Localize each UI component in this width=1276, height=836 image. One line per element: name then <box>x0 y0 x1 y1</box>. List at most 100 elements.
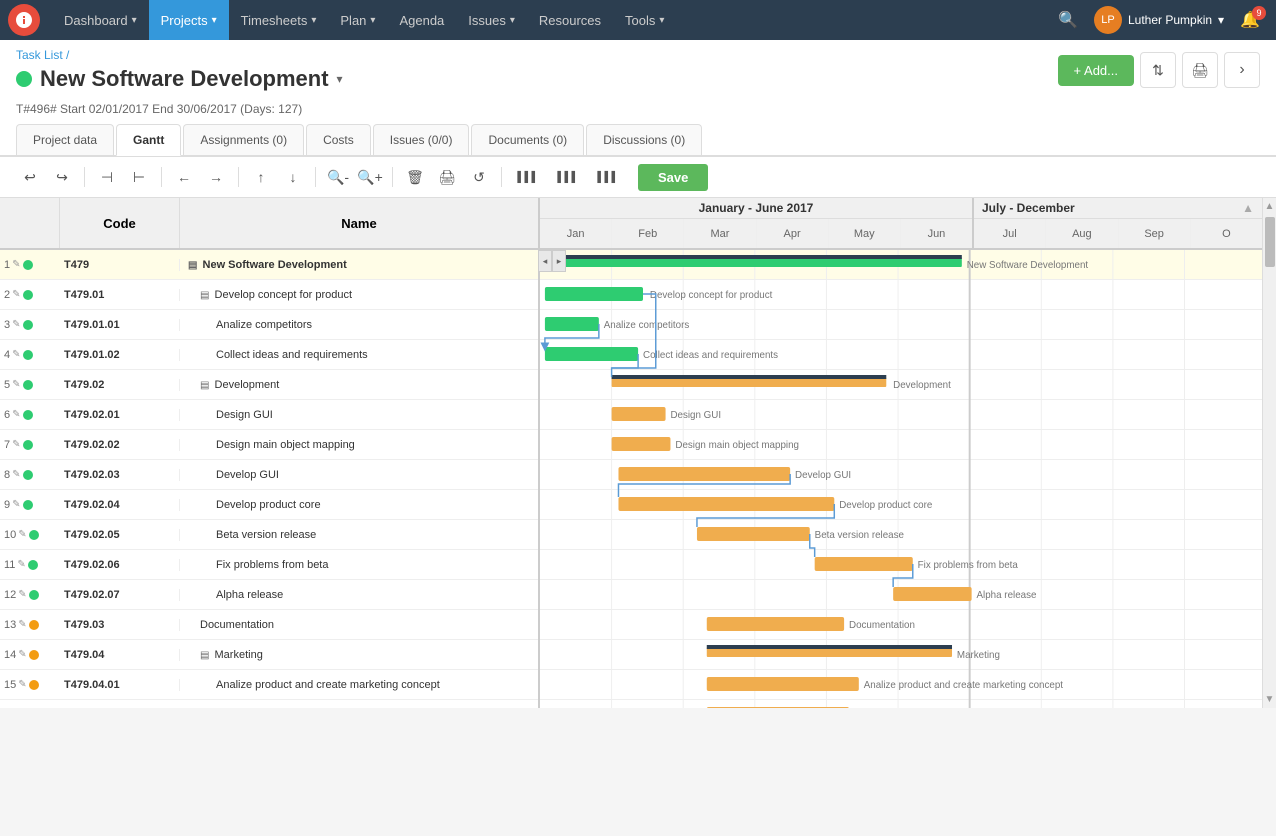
collapse-icon[interactable]: ▤ <box>188 260 197 271</box>
print-button[interactable]: 🖨 <box>1182 52 1218 88</box>
indent-left-button[interactable]: ⊣ <box>93 163 121 191</box>
table-row[interactable]: 10✎ T479.02.05 Beta version release <box>0 520 538 550</box>
edit-icon[interactable]: ✎ <box>12 379 20 390</box>
table-row[interactable]: 6✎ T479.02.01 Design GUI <box>0 400 538 430</box>
status-dot <box>23 290 33 300</box>
chart-row-12 <box>540 580 1262 610</box>
app-logo[interactable] <box>8 4 40 36</box>
edit-icon[interactable]: ✎ <box>12 259 20 270</box>
table-row[interactable]: 13✎ T479.03 Documentation <box>0 610 538 640</box>
move-down-button[interactable]: ↓ <box>279 163 307 191</box>
notifications-bell[interactable]: 🔔 9 <box>1232 6 1268 34</box>
collapse-icon[interactable]: ▤ <box>200 650 209 661</box>
edit-icon[interactable]: ✎ <box>12 409 20 420</box>
table-row[interactable]: 5✎ T479.02 ▤ Development <box>0 370 538 400</box>
nav-timesheets[interactable]: Timesheets▾ <box>229 0 329 40</box>
table-row[interactable]: 16✎ T479.04.02 Create marketing strategy <box>0 700 538 708</box>
nav-agenda[interactable]: Agenda <box>387 0 456 40</box>
add-button[interactable]: + Add... <box>1058 55 1134 86</box>
undo-button[interactable]: ↩ <box>16 163 44 191</box>
nav-resources[interactable]: Resources <box>527 0 613 40</box>
scroll-down-button[interactable]: ▼ <box>1262 691 1276 708</box>
project-chevron-icon[interactable]: ▾ <box>337 72 343 86</box>
chart-row-10 <box>540 520 1262 550</box>
edit-icon[interactable]: ✎ <box>12 319 20 330</box>
nav-projects[interactable]: Projects▾ <box>149 0 229 40</box>
nav-dashboard[interactable]: Dashboard▾ <box>52 0 149 40</box>
scroll-up-button[interactable]: ▲ <box>1262 198 1276 215</box>
scroll-right-arrow[interactable]: ▸ <box>552 250 566 272</box>
move-right-button[interactable]: → <box>202 163 230 191</box>
table-row[interactable]: 8✎ T479.02.03 Develop GUI <box>0 460 538 490</box>
gantt-toolbar: ↩ ↪ ⊣ ⊢ ← → ↑ ↓ 🔍- 🔍+ 🗑 🖨 ↺ ▌▌▌ ▌▌▌ ▌▌▌ … <box>0 157 1276 198</box>
table-row[interactable]: 1✎ T479 ▤ New Software Development <box>0 250 538 280</box>
month-headers: January - June 2017 Jan Feb Mar Apr May … <box>540 198 1262 250</box>
view-cols-3-button[interactable]: ▌▌▌ <box>590 163 626 191</box>
collapse-panel-button[interactable]: › <box>1224 52 1260 88</box>
vertical-scrollbar[interactable]: ▲ ▼ <box>1262 198 1276 708</box>
tab-issues[interactable]: Issues (0/0) <box>373 124 470 155</box>
user-menu[interactable]: LP Luther Pumpkin ▾ <box>1094 6 1224 34</box>
tab-assignments[interactable]: Assignments (0) <box>183 124 304 155</box>
tab-costs[interactable]: Costs <box>306 124 371 155</box>
edit-icon[interactable]: ✎ <box>18 679 26 690</box>
toggle-columns-button[interactable]: ⇅ <box>1140 52 1176 88</box>
col-num-header <box>0 198 60 248</box>
move-left-button[interactable]: ← <box>170 163 198 191</box>
edit-icon[interactable]: ✎ <box>12 349 20 360</box>
tabs-bar: Project data Gantt Assignments (0) Costs… <box>0 124 1276 156</box>
edit-icon[interactable]: ✎ <box>17 559 25 570</box>
edit-icon[interactable]: ✎ <box>12 499 20 510</box>
chart-background-rows <box>540 250 1262 708</box>
table-row[interactable]: 2✎ T479.01 ▤ Develop concept for product <box>0 280 538 310</box>
chevron-down-icon: ▾ <box>132 15 137 26</box>
table-row[interactable]: 3✎ T479.01.01 Analize competitors <box>0 310 538 340</box>
zoom-out-button[interactable]: 🔍- <box>324 163 352 191</box>
edit-icon[interactable]: ✎ <box>18 589 26 600</box>
edit-icon[interactable]: ✎ <box>12 289 20 300</box>
scroll-up-icon[interactable]: ▲ <box>1242 201 1254 215</box>
avatar: LP <box>1094 6 1122 34</box>
tab-discussions[interactable]: Discussions (0) <box>586 124 702 155</box>
edit-icon[interactable]: ✎ <box>18 619 26 630</box>
tab-documents[interactable]: Documents (0) <box>471 124 584 155</box>
table-row[interactable]: 14✎ T479.04 ▤ Marketing <box>0 640 538 670</box>
view-cols-2-button[interactable]: ▌▌▌ <box>550 163 586 191</box>
indent-right-button[interactable]: ⊢ <box>125 163 153 191</box>
table-row[interactable]: 15✎ T479.04.01 Analize product and creat… <box>0 670 538 700</box>
scroll-thumb[interactable] <box>1265 217 1275 267</box>
status-dot <box>23 260 33 270</box>
search-icon[interactable]: 🔍 <box>1050 6 1086 34</box>
chart-row-1 <box>540 250 1262 280</box>
refresh-button[interactable]: ↺ <box>465 163 493 191</box>
table-row[interactable]: 11✎ T479.02.06 Fix problems from beta <box>0 550 538 580</box>
nav-items-list: Dashboard▾ Projects▾ Timesheets▾ Plan▾ A… <box>52 0 1050 40</box>
breadcrumb[interactable]: Task List / <box>16 48 69 62</box>
delete-button[interactable]: 🗑 <box>401 163 429 191</box>
status-dot <box>23 380 33 390</box>
collapse-icon[interactable]: ▤ <box>200 380 209 391</box>
view-cols-1-button[interactable]: ▌▌▌ <box>510 163 546 191</box>
table-row[interactable]: 4✎ T479.01.02 Collect ideas and requirem… <box>0 340 538 370</box>
collapse-icon[interactable]: ▤ <box>200 290 209 301</box>
zoom-in-button[interactable]: 🔍+ <box>356 163 384 191</box>
col-code-header: Code <box>60 198 180 248</box>
tab-gantt[interactable]: Gantt <box>116 124 181 156</box>
edit-icon[interactable]: ✎ <box>18 649 26 660</box>
print-gantt-button[interactable]: 🖨 <box>433 163 461 191</box>
nav-tools[interactable]: Tools▾ <box>613 0 676 40</box>
chart-row-4 <box>540 340 1262 370</box>
table-row[interactable]: 7✎ T479.02.02 Design main object mapping <box>0 430 538 460</box>
redo-button[interactable]: ↪ <box>48 163 76 191</box>
move-up-button[interactable]: ↑ <box>247 163 275 191</box>
table-row[interactable]: 12✎ T479.02.07 Alpha release <box>0 580 538 610</box>
edit-icon[interactable]: ✎ <box>18 529 26 540</box>
edit-icon[interactable]: ✎ <box>12 439 20 450</box>
save-button[interactable]: Save <box>638 164 708 191</box>
nav-issues[interactable]: Issues▾ <box>456 0 527 40</box>
tab-project-data[interactable]: Project data <box>16 124 114 155</box>
scroll-left-arrow[interactable]: ◂ <box>538 250 552 272</box>
table-row[interactable]: 9✎ T479.02.04 Develop product core <box>0 490 538 520</box>
nav-plan[interactable]: Plan▾ <box>328 0 387 40</box>
edit-icon[interactable]: ✎ <box>12 469 20 480</box>
